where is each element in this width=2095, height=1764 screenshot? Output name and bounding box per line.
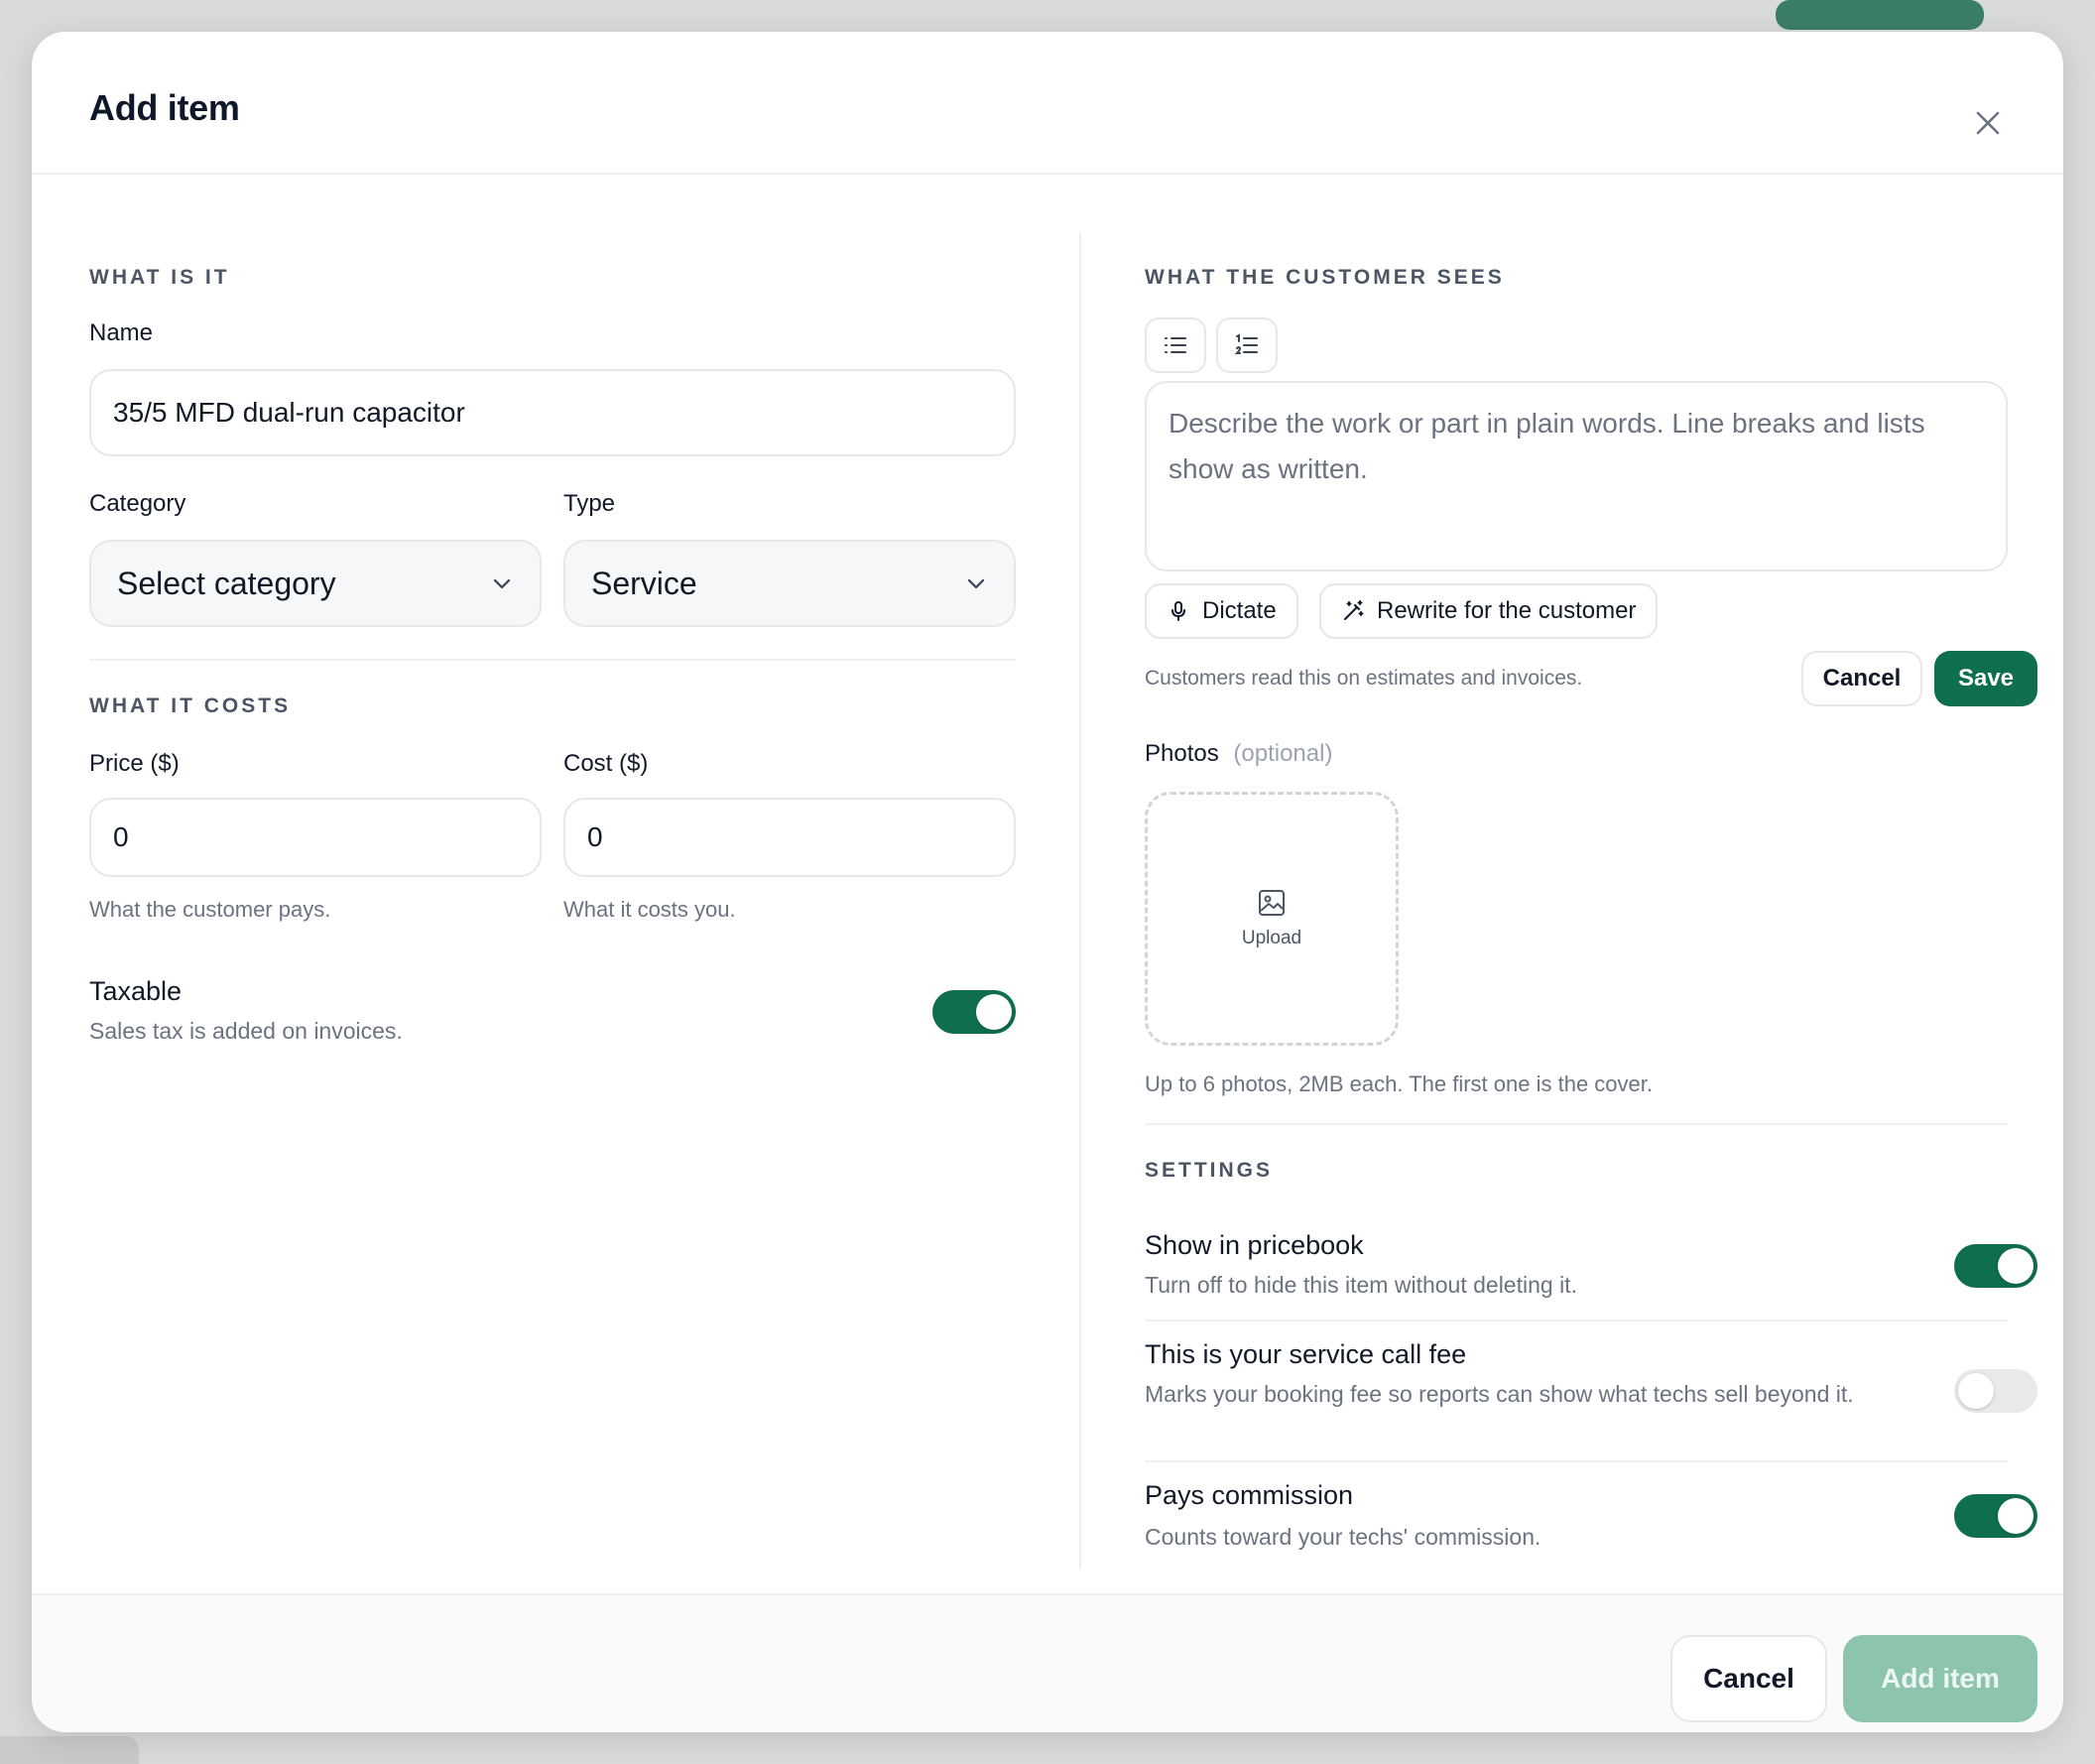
show-in-pricebook-toggle[interactable] [1954, 1244, 2037, 1288]
pays-commission-toggle[interactable] [1954, 1494, 2037, 1538]
setting-divider [1145, 1460, 2008, 1462]
numbered-list-icon [1234, 333, 1258, 354]
upload-label: Upload [1241, 928, 1302, 948]
type-select-value: Service [591, 565, 697, 601]
section-what-it-costs: WHAT IT COSTS [89, 694, 292, 717]
customer-view-column: WHAT THE CUSTOMER SEES Describe the work… [1145, 175, 2037, 1564]
price-hint: What the customer pays. [89, 897, 331, 922]
setting-pays-commission-desc: Counts toward your techs' commission. [1145, 1524, 1541, 1550]
rewrite-label: Rewrite for the customer [1377, 597, 1637, 624]
close-button[interactable] [1968, 103, 2008, 143]
footer-cancel-button[interactable]: Cancel [1670, 1635, 1827, 1722]
name-input[interactable] [89, 369, 1016, 456]
name-label: Name [89, 319, 154, 346]
service-call-fee-toggle[interactable] [1954, 1369, 2037, 1413]
magic-wand-icon [1344, 600, 1364, 620]
column-divider [1079, 232, 1081, 1570]
add-item-button[interactable]: Add item [1843, 1635, 2037, 1722]
item-details-column: WHAT IS IT Name Category Select category… [89, 175, 1016, 1564]
bullet-list-icon [1165, 337, 1186, 353]
setting-show-in-pricebook-desc: Turn off to hide this item without delet… [1145, 1272, 1577, 1298]
setting-pays-commission-title: Pays commission [1145, 1480, 1354, 1510]
chevron-down-icon [493, 578, 511, 589]
section-divider [1145, 1123, 2008, 1125]
photos-label: Photos (optional) [1145, 740, 1332, 768]
add-item-dialog: Add item WHAT IS IT Name Category Select… [32, 32, 2063, 1732]
photos-optional: (optional) [1233, 740, 1333, 767]
image-icon [1259, 890, 1285, 916]
cost-hint: What it costs you. [563, 897, 736, 922]
section-what-is-it: WHAT IS IT [89, 266, 230, 289]
toggle-knob [976, 994, 1012, 1030]
taxable-title: Taxable [89, 976, 183, 1006]
section-customer-sees: WHAT THE CUSTOMER SEES [1145, 266, 1505, 289]
background-strip-blur [0, 1736, 139, 1764]
dialog-footer: Cancel Add item [32, 1593, 2063, 1732]
price-input[interactable] [89, 798, 542, 877]
description-save-button[interactable]: Save [1934, 651, 2037, 706]
photo-upload-dropzone[interactable]: Upload [1145, 792, 1399, 1046]
price-label: Price ($) [89, 750, 180, 777]
rewrite-button[interactable]: Rewrite for the customer [1319, 583, 1659, 639]
setting-show-in-pricebook-title: Show in pricebook [1145, 1230, 1364, 1260]
category-select-value: Select category [117, 565, 336, 601]
dictate-label: Dictate [1202, 597, 1277, 624]
setting-service-call-fee-desc: Marks your booking fee so reports can sh… [1145, 1381, 1854, 1407]
category-label: Category [89, 490, 186, 517]
section-divider [89, 659, 1016, 661]
toggle-knob [1958, 1373, 1994, 1409]
microphone-icon [1171, 601, 1185, 621]
description-textarea[interactable] [1145, 381, 2008, 571]
photos-hint: Up to 6 photos, 2MB each. The first one … [1145, 1071, 1653, 1096]
dictate-button[interactable]: Dictate [1145, 583, 1298, 639]
photos-label-text: Photos [1145, 740, 1219, 767]
toggle-knob [1998, 1498, 2033, 1534]
type-label: Type [563, 490, 616, 517]
toggle-knob [1998, 1248, 2033, 1284]
type-select[interactable]: Service [563, 540, 1016, 627]
close-icon [1976, 111, 2000, 135]
setting-service-call-fee-title: This is your service call fee [1145, 1339, 1467, 1369]
description-hint: Customers read this on estimates and inv… [1145, 667, 1583, 690]
category-select[interactable]: Select category [89, 540, 542, 627]
cost-input[interactable] [563, 798, 1016, 877]
numbered-list-button[interactable] [1216, 317, 1278, 373]
section-settings: SETTINGS [1145, 1159, 1274, 1182]
chevron-down-icon [967, 578, 985, 589]
setting-divider [1145, 1320, 2008, 1322]
bullet-list-button[interactable] [1145, 317, 1206, 373]
description-cancel-button[interactable]: Cancel [1801, 651, 1922, 706]
cost-label: Cost ($) [563, 750, 649, 777]
dialog-header: Add item [32, 32, 2063, 175]
taxable-desc: Sales tax is added on invoices. [89, 1018, 403, 1044]
taxable-toggle[interactable] [932, 990, 1016, 1034]
dialog-title: Add item [89, 87, 240, 128]
background-button-blur [1776, 0, 1984, 30]
